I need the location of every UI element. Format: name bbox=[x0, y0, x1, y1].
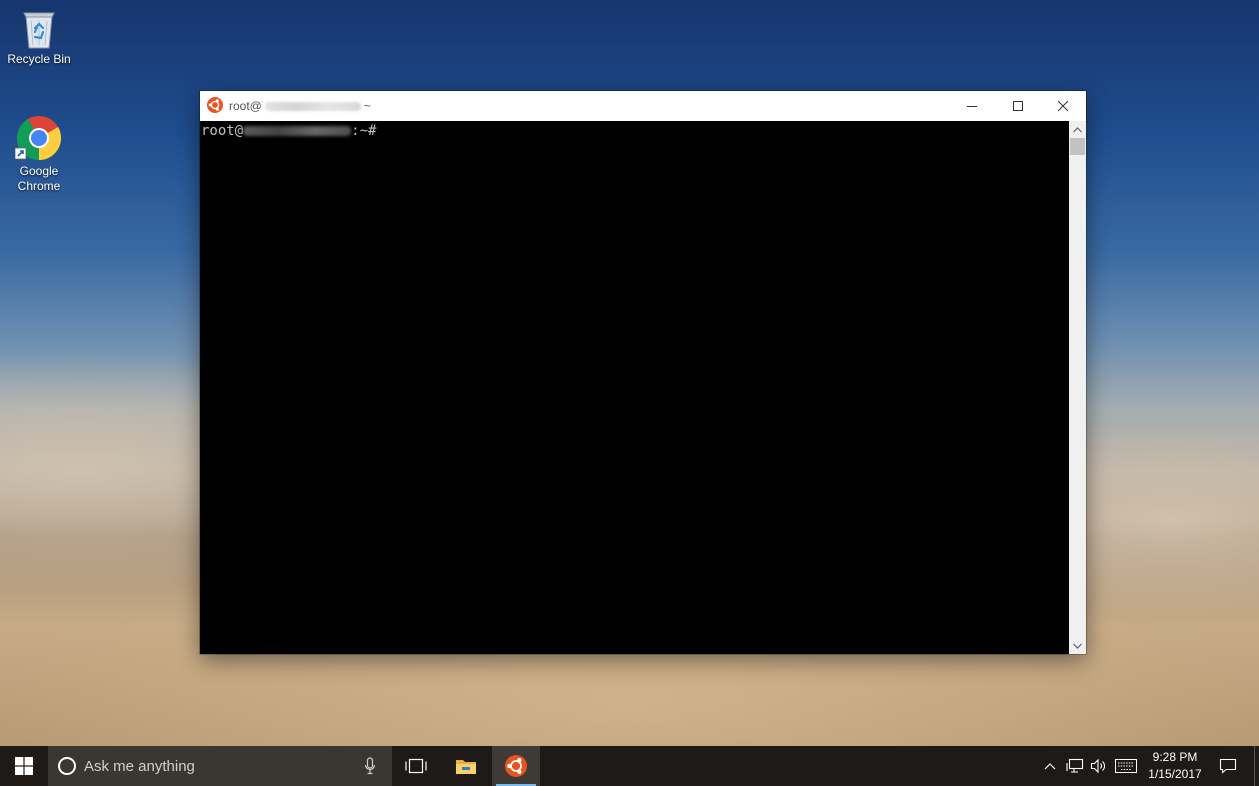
terminal-area[interactable]: root@ :~# bbox=[200, 121, 1069, 654]
redacted-hostname bbox=[264, 102, 361, 112]
clock-date: 1/15/2017 bbox=[1148, 767, 1202, 781]
scroll-up-button[interactable] bbox=[1069, 121, 1086, 138]
system-clock[interactable]: 9:28 PM 1/15/2017 bbox=[1140, 749, 1210, 783]
prompt-user: root@ bbox=[201, 123, 244, 139]
touch-keyboard-button[interactable] bbox=[1113, 746, 1139, 786]
chrome-shortcut[interactable]: Google Chrome bbox=[1, 114, 77, 194]
close-icon bbox=[1057, 100, 1069, 112]
action-center-icon bbox=[1219, 758, 1237, 774]
window-titlebar[interactable]: root@ ~ bbox=[200, 91, 1086, 121]
cortana-icon bbox=[58, 757, 76, 775]
prompt-suffix: :~# bbox=[351, 123, 377, 139]
chrome-label-line1: Google bbox=[19, 164, 59, 178]
chevron-up-icon bbox=[1044, 763, 1056, 770]
maximize-icon bbox=[1013, 101, 1023, 111]
chrome-icon bbox=[15, 116, 62, 161]
maximize-button[interactable] bbox=[995, 91, 1041, 121]
start-button[interactable] bbox=[0, 746, 48, 786]
window-title-user: root@ bbox=[229, 99, 262, 113]
microphone-icon[interactable] bbox=[364, 757, 376, 775]
recycle-bin-shortcut[interactable]: Recycle Bin bbox=[1, 8, 77, 67]
minimize-icon bbox=[967, 106, 977, 107]
network-button[interactable] bbox=[1064, 746, 1086, 786]
windows-logo-icon bbox=[15, 757, 33, 775]
window-title-path: ~ bbox=[363, 99, 371, 113]
keyboard-icon bbox=[1115, 759, 1137, 773]
search-placeholder: Ask me anything bbox=[84, 758, 195, 775]
scroll-down-button[interactable] bbox=[1069, 637, 1086, 654]
recycle-bin-label: Recycle Bin bbox=[7, 52, 71, 66]
ubuntu-taskbar-button[interactable] bbox=[492, 746, 540, 786]
chrome-label-line2: Chrome bbox=[17, 179, 61, 193]
desktop: Recycle Bin Google Chrome root@ ~ root@ … bbox=[0, 0, 1259, 746]
ubuntu-console-window[interactable]: root@ ~ root@ :~# bbox=[200, 91, 1086, 654]
task-view-button[interactable] bbox=[392, 746, 440, 786]
clock-time: 9:28 PM bbox=[1152, 750, 1198, 764]
minimize-button[interactable] bbox=[949, 91, 995, 121]
chevron-up-icon bbox=[1073, 126, 1082, 132]
file-explorer-icon bbox=[456, 760, 476, 774]
show-hidden-icons-button[interactable] bbox=[1040, 746, 1060, 786]
close-button[interactable] bbox=[1040, 91, 1086, 121]
ubuntu-icon bbox=[207, 97, 223, 113]
volume-button[interactable] bbox=[1088, 746, 1110, 786]
file-explorer-button[interactable] bbox=[442, 746, 490, 786]
network-icon bbox=[1066, 758, 1084, 773]
terminal-prompt-line: root@ :~# bbox=[201, 123, 376, 139]
action-center-button[interactable] bbox=[1214, 746, 1242, 786]
show-desktop-button[interactable] bbox=[1254, 746, 1259, 786]
ubuntu-icon bbox=[505, 755, 527, 777]
window-title: root@ ~ bbox=[229, 99, 371, 113]
vertical-scrollbar[interactable] bbox=[1069, 121, 1086, 654]
recycle-bin-icon bbox=[23, 12, 55, 49]
task-view-icon bbox=[405, 758, 427, 774]
cortana-search-box[interactable]: Ask me anything bbox=[48, 746, 392, 786]
taskbar: Ask me anything 9:28 PM 1/15/2017 bbox=[0, 746, 1259, 786]
scrollbar-thumb[interactable] bbox=[1070, 138, 1085, 155]
redacted-prompt-hostname bbox=[243, 126, 352, 136]
volume-icon bbox=[1090, 758, 1105, 774]
chevron-down-icon bbox=[1073, 643, 1082, 649]
